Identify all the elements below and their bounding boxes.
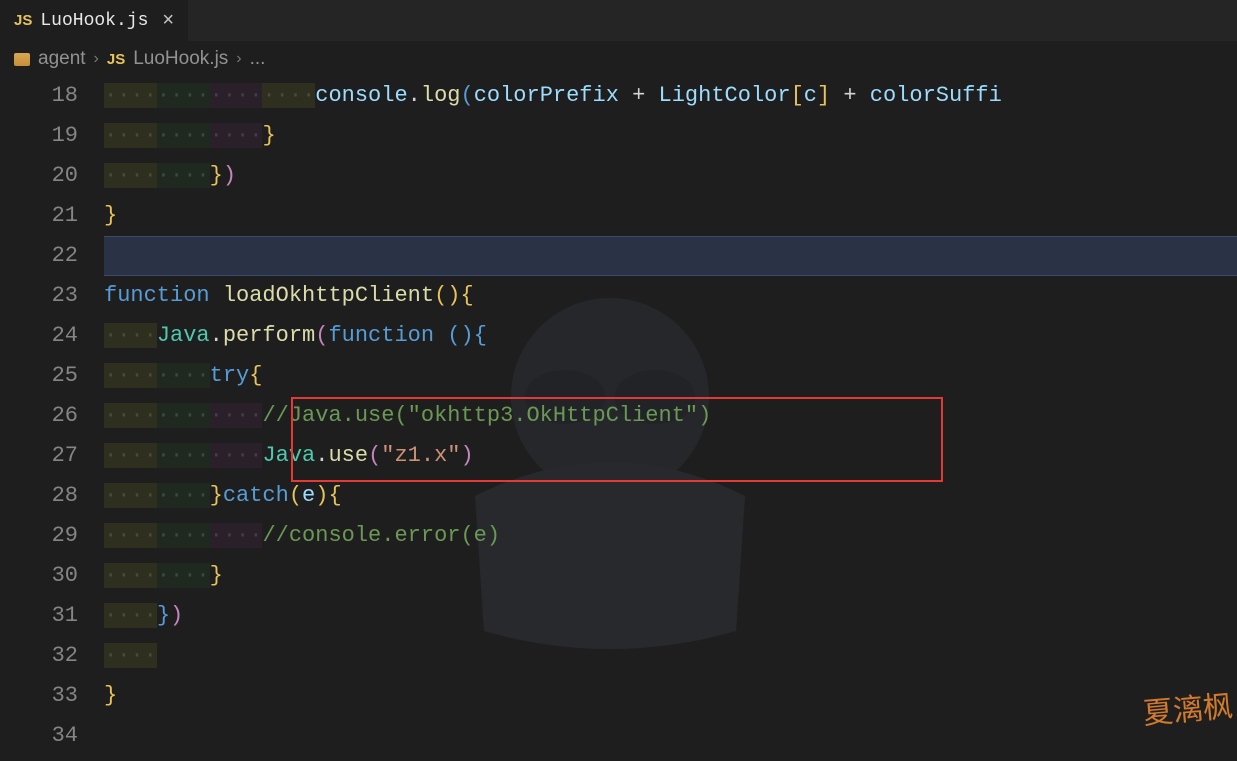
line-number: 29 <box>0 516 78 556</box>
chevron-right-icon: › <box>94 50 99 68</box>
line-number: 23 <box>0 276 78 316</box>
code-line[interactable]: } <box>104 196 1237 236</box>
line-number: 31 <box>0 596 78 636</box>
line-number: 22 <box>0 236 78 276</box>
code-line[interactable]: ····}) <box>104 596 1237 636</box>
line-number: 26 <box>0 396 78 436</box>
line-number: 27 <box>0 436 78 476</box>
code-line[interactable]: ········}catch(e){ <box>104 476 1237 516</box>
line-number: 34 <box>0 716 78 756</box>
code-line[interactable]: ············//console.error(e) <box>104 516 1237 556</box>
line-number: 20 <box>0 156 78 196</box>
tab-filename: LuoHook.js <box>40 11 148 31</box>
js-file-icon: JS <box>14 12 32 29</box>
breadcrumb-scope[interactable]: ... <box>250 48 266 70</box>
folder-icon <box>14 53 30 66</box>
code-line[interactable]: ············Java.use("z1.x") <box>104 436 1237 476</box>
close-icon[interactable]: × <box>162 9 174 32</box>
code-line[interactable]: ········}) <box>104 156 1237 196</box>
code-line[interactable] <box>104 716 1237 756</box>
tab-bar: JS LuoHook.js × <box>0 0 1237 42</box>
breadcrumb: agent › JS LuoHook.js › ... <box>0 42 1237 76</box>
code-line[interactable]: ············//Java.use("okhttp3.OkHttpCl… <box>104 396 1237 436</box>
chevron-right-icon: › <box>236 50 241 68</box>
breadcrumb-folder[interactable]: agent <box>38 48 86 70</box>
tab-active[interactable]: JS LuoHook.js × <box>0 0 188 42</box>
line-number-gutter: 1819202122232425262728293031323334 <box>0 76 104 756</box>
code-line[interactable]: ···· <box>104 636 1237 676</box>
code-line[interactable]: ········} <box>104 556 1237 596</box>
code-line[interactable] <box>104 236 1237 276</box>
breadcrumb-file[interactable]: LuoHook.js <box>133 48 228 70</box>
code-line[interactable]: } <box>104 676 1237 716</box>
line-number: 24 <box>0 316 78 356</box>
line-number: 28 <box>0 476 78 516</box>
code-line[interactable]: ················console.log(colorPrefix … <box>104 76 1237 116</box>
line-number: 32 <box>0 636 78 676</box>
line-number: 19 <box>0 116 78 156</box>
line-number: 21 <box>0 196 78 236</box>
code-line[interactable]: ············} <box>104 116 1237 156</box>
line-number: 33 <box>0 676 78 716</box>
code-content[interactable]: ················console.log(colorPrefix … <box>104 76 1237 756</box>
line-number: 25 <box>0 356 78 396</box>
code-line[interactable]: ····Java.perform(function (){ <box>104 316 1237 356</box>
code-line[interactable]: function loadOkhttpClient(){ <box>104 276 1237 316</box>
js-file-icon: JS <box>107 51 125 68</box>
code-line[interactable]: ········try{ <box>104 356 1237 396</box>
code-editor[interactable]: 1819202122232425262728293031323334 ·····… <box>0 76 1237 761</box>
line-number: 18 <box>0 76 78 116</box>
line-number: 30 <box>0 556 78 596</box>
